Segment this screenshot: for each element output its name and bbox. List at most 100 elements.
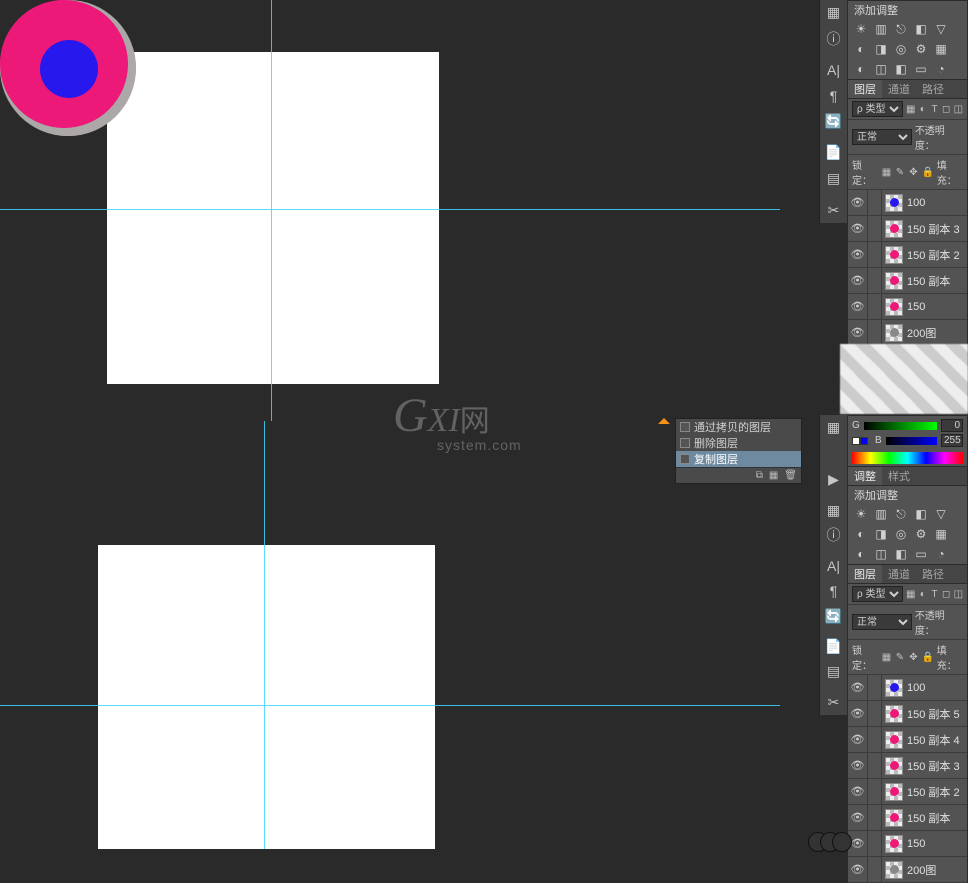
- bw-icon[interactable]: ◨: [874, 42, 888, 56]
- lock-all-icon[interactable]: 🔒: [922, 651, 934, 663]
- tab-adjust[interactable]: 调整: [848, 467, 882, 485]
- tab-layers[interactable]: 图层: [848, 565, 882, 583]
- layer-thumbnail[interactable]: [885, 705, 903, 723]
- vibrance-icon[interactable]: ▽: [934, 22, 948, 36]
- layer-name-label[interactable]: 100: [907, 197, 925, 209]
- lock-paint-icon[interactable]: ✎: [895, 651, 906, 663]
- layer-name-label[interactable]: 150 副本 4: [907, 732, 960, 748]
- layer-visibility-toggle[interactable]: 👁: [848, 268, 868, 293]
- layer-thumbnail[interactable]: [885, 298, 903, 316]
- layer-visibility-toggle[interactable]: 👁: [848, 857, 868, 882]
- lock-position-icon[interactable]: ✥: [908, 166, 919, 178]
- layer-visibility-toggle[interactable]: 👁: [848, 727, 868, 752]
- levels-icon[interactable]: ▥: [874, 507, 888, 521]
- layer-visibility-toggle[interactable]: 👁: [848, 753, 868, 778]
- layer-visibility-toggle[interactable]: 👁: [848, 805, 868, 830]
- color-spectrum[interactable]: [852, 452, 963, 464]
- character-icon[interactable]: A|: [820, 57, 847, 83]
- layer-name-label[interactable]: 150 副本 5: [907, 706, 960, 722]
- canvas-document-top[interactable]: [107, 52, 439, 384]
- layer-row[interactable]: 👁100: [848, 675, 967, 701]
- lock-transparency-icon[interactable]: ▦: [881, 651, 892, 663]
- layer-name-label[interactable]: 150: [907, 838, 925, 850]
- bw-icon[interactable]: ◨: [874, 527, 888, 541]
- exposure-icon[interactable]: ◧: [914, 507, 928, 521]
- tool-preset-icon[interactable]: 📄: [820, 140, 847, 166]
- layer-visibility-toggle[interactable]: 👁: [848, 242, 868, 267]
- layers-icon[interactable]: ▤: [820, 659, 847, 684]
- layer-row[interactable]: 👁150 副本 2: [848, 779, 967, 805]
- layer-thumbnail[interactable]: [885, 757, 903, 775]
- invert-icon[interactable]: ◐: [854, 547, 868, 561]
- layer-visibility-toggle[interactable]: 👁: [848, 701, 868, 726]
- histogram-icon[interactable]: ▦: [820, 415, 847, 440]
- layer-visibility-toggle[interactable]: 👁: [848, 320, 868, 345]
- lock-transparency-icon[interactable]: ▦: [881, 166, 892, 178]
- layer-row[interactable]: 👁150: [848, 294, 967, 320]
- selective-color-icon[interactable]: ◔: [934, 62, 948, 76]
- gradient-map-icon[interactable]: ▭: [914, 62, 928, 76]
- actions-icon[interactable]: ✂: [820, 690, 847, 715]
- ctxmenu-delete-layer[interactable]: 删除图层: [676, 435, 801, 451]
- filter-shape-icon[interactable]: ◻: [942, 103, 951, 115]
- paragraph-icon[interactable]: ¶: [820, 83, 847, 109]
- layer-row[interactable]: 👁 150 副本: [848, 268, 967, 294]
- layer-row[interactable]: 👁150 副本: [848, 805, 967, 831]
- actions-icon[interactable]: ✂: [820, 197, 847, 223]
- layer-thumbnail[interactable]: [885, 246, 903, 264]
- swatches-icon[interactable]: 🔄: [820, 109, 847, 135]
- curves-icon[interactable]: ⎋: [894, 22, 908, 36]
- tab-paths[interactable]: 路径: [916, 80, 950, 98]
- tool-preset-icon[interactable]: 📄: [820, 634, 847, 659]
- canvas-document-bottom[interactable]: [98, 545, 435, 849]
- layer-thumbnail[interactable]: [885, 194, 903, 212]
- layer-thumbnail[interactable]: [885, 272, 903, 290]
- brightness-icon[interactable]: ☀: [854, 22, 868, 36]
- layer-row[interactable]: 👁150 副本 3: [848, 753, 967, 779]
- exposure-icon[interactable]: ◧: [914, 22, 928, 36]
- layer-visibility-toggle[interactable]: 👁: [848, 190, 868, 215]
- layer-visibility-toggle[interactable]: 👁: [848, 294, 868, 319]
- b-slider[interactable]: [886, 437, 937, 445]
- ctxmenu-foot-icon[interactable]: ⧉: [756, 470, 763, 481]
- layer-row[interactable]: 👁200图: [848, 857, 967, 883]
- histogram-icon[interactable]: ▦: [820, 498, 847, 523]
- layer-row[interactable]: 👁 150 副本 4: [848, 727, 967, 753]
- gradient-map-icon[interactable]: ▭: [914, 547, 928, 561]
- layer-row[interactable]: 👁 150 副本 3: [848, 216, 967, 242]
- photo-filter-icon[interactable]: ◎: [894, 527, 908, 541]
- layer-name-label[interactable]: 150 副本: [907, 273, 950, 289]
- tab-style[interactable]: 样式: [882, 467, 916, 485]
- layer-visibility-toggle[interactable]: 👁: [848, 779, 868, 804]
- lock-all-icon[interactable]: 🔒: [922, 166, 934, 178]
- layer-thumbnail[interactable]: [885, 783, 903, 801]
- channel-mixer-icon[interactable]: ⚙: [914, 527, 928, 541]
- info-icon[interactable]: ⓘ: [820, 523, 847, 548]
- lookup-icon[interactable]: ▦: [934, 42, 948, 56]
- vibrance-icon[interactable]: ▽: [934, 507, 948, 521]
- photo-filter-icon[interactable]: ◎: [894, 42, 908, 56]
- selective-color-icon[interactable]: ◔: [934, 547, 948, 561]
- hue-icon[interactable]: ◐: [854, 527, 868, 541]
- levels-icon[interactable]: ▥: [874, 22, 888, 36]
- filter-text-icon[interactable]: T: [930, 103, 939, 115]
- blend-mode-select[interactable]: 正常: [852, 614, 912, 630]
- filter-pixel-icon[interactable]: ▦: [906, 588, 915, 600]
- tab-channels[interactable]: 通道: [882, 80, 916, 98]
- layer-visibility-toggle[interactable]: 👁: [848, 216, 868, 241]
- posterize-icon[interactable]: ◫: [874, 547, 888, 561]
- character-icon[interactable]: A|: [820, 553, 847, 578]
- posterize-icon[interactable]: ◫: [874, 62, 888, 76]
- paragraph-icon[interactable]: ¶: [820, 579, 847, 604]
- layer-name-label[interactable]: 150 副本 3: [907, 221, 960, 237]
- channel-mixer-icon[interactable]: ⚙: [914, 42, 928, 56]
- layer-row[interactable]: 👁 150 副本 5: [848, 701, 967, 727]
- layer-name-label[interactable]: 150 副本 2: [907, 247, 960, 263]
- layer-thumbnail[interactable]: [885, 679, 903, 697]
- g-slider[interactable]: [864, 422, 937, 430]
- filter-type-select[interactable]: ρ 类型: [852, 586, 903, 602]
- layer-thumbnail[interactable]: [885, 324, 903, 342]
- curves-icon[interactable]: ⎋: [894, 507, 908, 521]
- filter-text-icon[interactable]: T: [930, 588, 939, 600]
- layer-thumbnail[interactable]: [885, 731, 903, 749]
